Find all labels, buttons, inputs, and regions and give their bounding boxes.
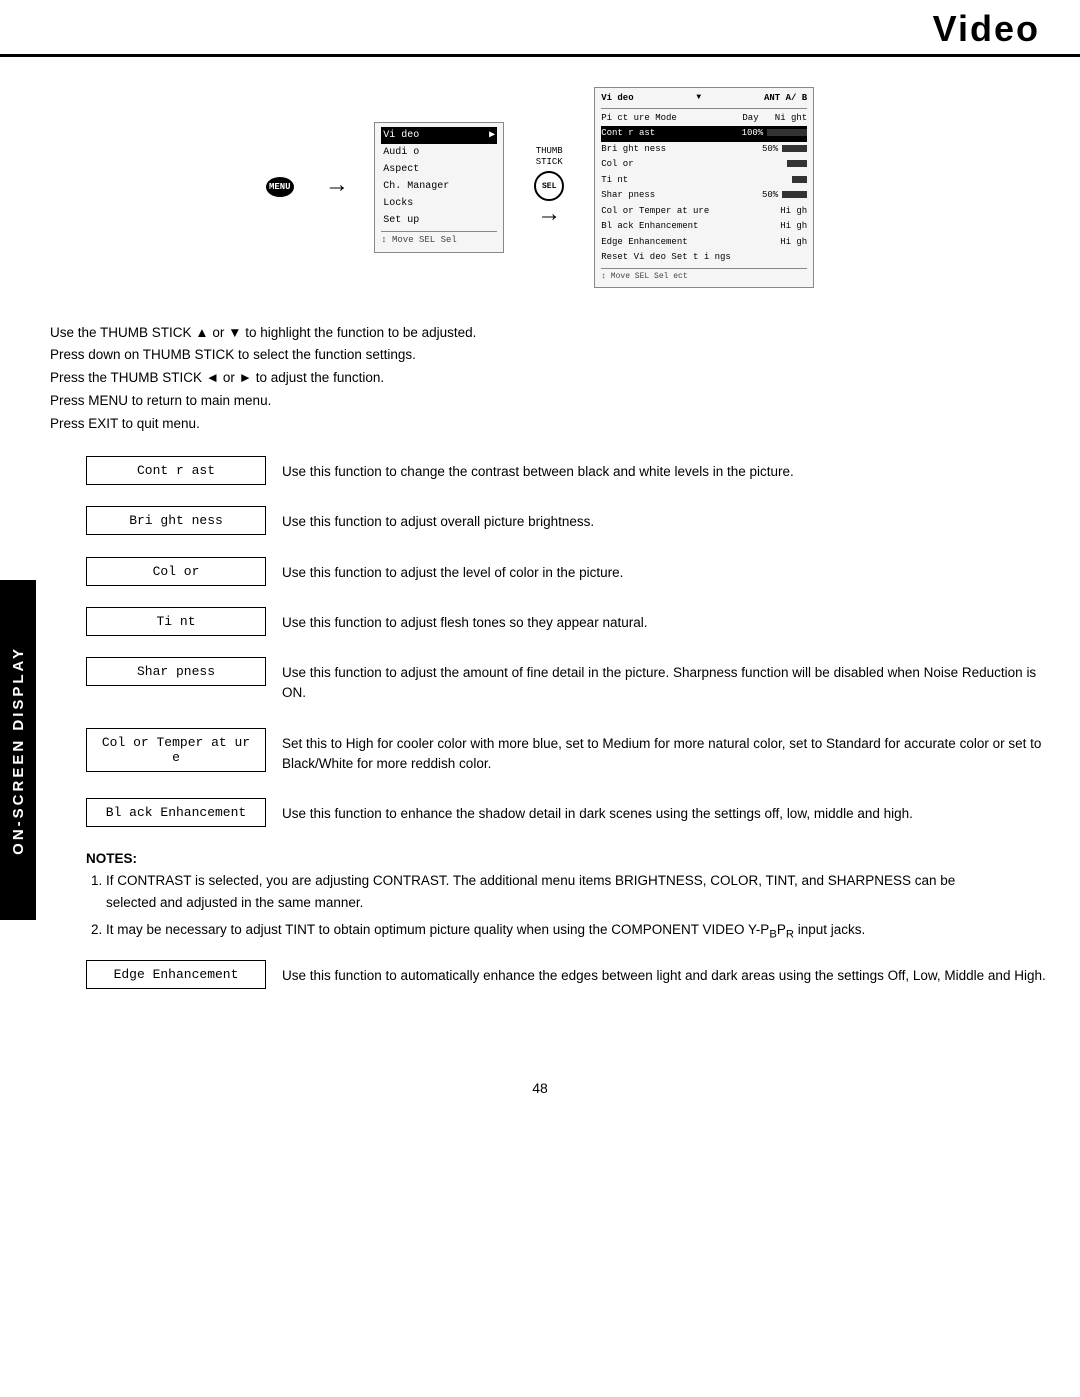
function-table: Cont r ast Use this function to change t… bbox=[86, 456, 1066, 830]
page-title: Video bbox=[933, 8, 1040, 50]
arrow2-container: THUMBSTICK SEL → bbox=[534, 146, 564, 228]
instruction-5: Press EXIT to quit menu. bbox=[50, 413, 1030, 436]
function-row-blackenh: Bl ack Enhancement Use this function to … bbox=[86, 798, 1066, 830]
function-row-colortemp: Col or Temper at ur e Set this to High f… bbox=[86, 728, 1066, 781]
tint-desc: Use this function to adjust flesh tones … bbox=[266, 607, 1066, 639]
sharpness-desc: Use this function to adjust the amount o… bbox=[266, 657, 1066, 710]
menu-box1-item-locks: Locks bbox=[381, 195, 497, 212]
menu-box1-item-chmanager: Ch. Manager bbox=[381, 178, 497, 195]
function-row-contrast: Cont r ast Use this function to change t… bbox=[86, 456, 1066, 488]
function-row-tint: Ti nt Use this function to adjust flesh … bbox=[86, 607, 1066, 639]
color-desc: Use this function to adjust the level of… bbox=[266, 557, 1066, 589]
contrast-desc: Use this function to change the contrast… bbox=[266, 456, 1066, 488]
menu-box2-row-tint: Ti nt bbox=[601, 173, 807, 189]
extra-function-table: Edge Enhancement Use this function to au… bbox=[86, 960, 1066, 992]
menu-box1-title: Vi deo▶ bbox=[381, 127, 497, 144]
function-row-color: Col or Use this function to adjust the l… bbox=[86, 557, 1066, 589]
menu-box2-row-color: Col or bbox=[601, 157, 807, 173]
diagram-section: MENU → Vi deo▶ Audi o Aspect Ch. Manager… bbox=[50, 77, 1030, 298]
menu-icon-container: MENU bbox=[266, 177, 294, 197]
instruction-4: Press MENU to return to main menu. bbox=[50, 390, 1030, 413]
page-header: Video bbox=[0, 0, 1080, 57]
blackenh-desc: Use this function to enhance the shadow … bbox=[266, 798, 1066, 830]
edgeenh-label: Edge Enhancement bbox=[86, 960, 266, 989]
contrast-label: Cont r ast bbox=[86, 456, 266, 485]
menu-button-icon: MENU bbox=[266, 177, 294, 197]
menu-box1-item-aspect: Aspect bbox=[381, 161, 497, 178]
notes-label: NOTES: bbox=[86, 851, 137, 866]
brightness-desc: Use this function to adjust overall pict… bbox=[266, 506, 1066, 538]
blackenh-label: Bl ack Enhancement bbox=[86, 798, 266, 827]
menu-box1-footer: ↕ Move SEL Sel bbox=[381, 231, 497, 248]
page-number: 48 bbox=[0, 1080, 1080, 1116]
brightness-label: Bri ght ness bbox=[86, 506, 266, 535]
menu-box2-row-sharpness: Shar pness 50% bbox=[601, 188, 807, 204]
notes-list: If CONTRAST is selected, you are adjusti… bbox=[106, 870, 994, 944]
menu-box2-row-brightness: Bri ght ness 50% bbox=[601, 142, 807, 158]
menu-box2-row-blackenh: Bl ack EnhancementHi gh bbox=[601, 219, 807, 235]
menu-box1-item-setup: Set up bbox=[381, 212, 497, 229]
instruction-3: Press the THUMB STICK ◄ or ► to adjust t… bbox=[50, 367, 1030, 390]
function-row-sharpness: Shar pness Use this function to adjust t… bbox=[86, 657, 1066, 710]
side-label: ON-SCREEN DISPLAY bbox=[0, 580, 36, 920]
function-row-brightness: Bri ght ness Use this function to adjust… bbox=[86, 506, 1066, 538]
thumb-stick-label: THUMBSTICK bbox=[536, 146, 563, 168]
menu-box2-footer: ↕ Move SEL Sel ect bbox=[601, 268, 807, 283]
function-row-edgeenh: Edge Enhancement Use this function to au… bbox=[86, 960, 1066, 992]
edgeenh-desc: Use this function to automatically enhan… bbox=[266, 960, 1066, 992]
menu-box2-row-reset: Reset Vi deo Set t i ngs bbox=[601, 250, 807, 266]
instruction-1: Use the THUMB STICK ▲ or ▼ to highlight … bbox=[50, 322, 1030, 345]
colortemp-desc: Set this to High for cooler color with m… bbox=[266, 728, 1066, 781]
menu-box2-header: Vi deo▼ANT A/ B bbox=[601, 92, 807, 109]
menu-box-2: Vi deo▼ANT A/ B Pi ct ure ModeDay Ni ght… bbox=[594, 87, 814, 288]
menu-box-1: Vi deo▶ Audi o Aspect Ch. Manager Locks … bbox=[374, 122, 504, 253]
thumb-stick-icon: SEL bbox=[534, 171, 564, 201]
arrow1: → bbox=[330, 175, 344, 199]
instructions: Use the THUMB STICK ▲ or ▼ to highlight … bbox=[50, 322, 1030, 437]
tint-label: Ti nt bbox=[86, 607, 266, 636]
menu-box2-row-edgeenh: Edge EnhancementHi gh bbox=[601, 235, 807, 251]
notes-section: NOTES: If CONTRAST is selected, you are … bbox=[86, 848, 994, 943]
menu-box2-row-picturemode: Pi ct ure ModeDay Ni ght bbox=[601, 111, 807, 127]
menu-box2-row-colortemp: Col or Temper at ureHi gh bbox=[601, 204, 807, 220]
sharpness-label: Shar pness bbox=[86, 657, 266, 686]
colortemp-label: Col or Temper at ur e bbox=[86, 728, 266, 772]
menu-box1-item-audio: Audi o bbox=[381, 144, 497, 161]
note-2: It may be necessary to adjust TINT to ob… bbox=[106, 919, 994, 944]
instruction-2: Press down on THUMB STICK to select the … bbox=[50, 344, 1030, 367]
color-label: Col or bbox=[86, 557, 266, 586]
side-label-text: ON-SCREEN DISPLAY bbox=[10, 646, 27, 855]
menu-box2-row-contrast: Cont r ast 100% bbox=[601, 126, 807, 142]
note-1: If CONTRAST is selected, you are adjusti… bbox=[106, 870, 994, 913]
main-content: MENU → Vi deo▶ Audi o Aspect Ch. Manager… bbox=[0, 57, 1080, 1050]
